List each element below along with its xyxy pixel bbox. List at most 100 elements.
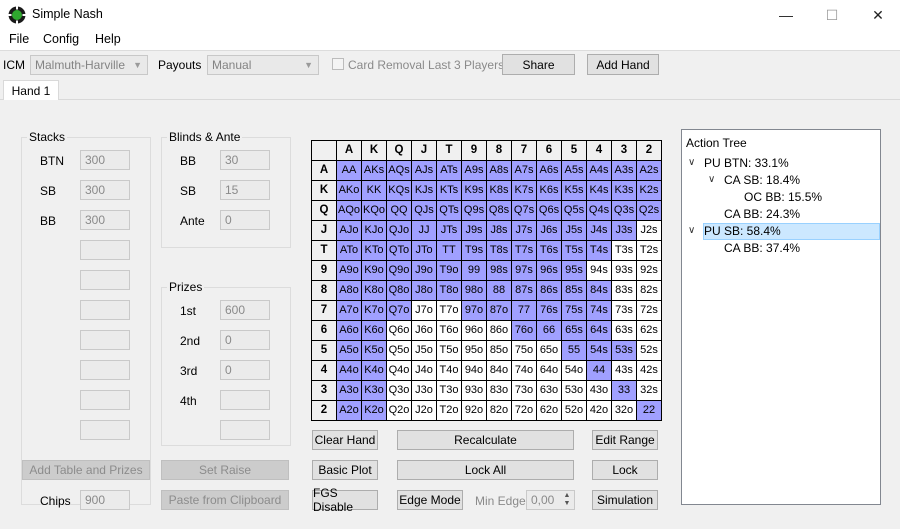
- hand-cell[interactable]: KTo: [361, 240, 387, 261]
- hand-cell[interactable]: 74o: [511, 360, 537, 381]
- hand-cell[interactable]: A3o: [336, 380, 362, 401]
- prize-field[interactable]: [220, 390, 270, 410]
- hand-cell[interactable]: QJs: [411, 200, 437, 221]
- blind-field[interactable]: 15: [220, 180, 270, 200]
- icm-select[interactable]: Malmuth-Harville ▼: [30, 55, 148, 75]
- hand-cell[interactable]: 87o: [486, 300, 512, 321]
- hand-cell[interactable]: 85s: [561, 280, 587, 301]
- hand-cell[interactable]: T4s: [586, 240, 612, 261]
- grid-column-header[interactable]: 4: [586, 140, 612, 161]
- add-hand-button[interactable]: Add Hand: [587, 54, 659, 75]
- grid-column-header[interactable]: T: [436, 140, 462, 161]
- grid-column-header[interactable]: 3: [611, 140, 637, 161]
- grid-row-header[interactable]: 6: [311, 320, 337, 341]
- hand-cell[interactable]: T3o: [436, 380, 462, 401]
- hand-cell[interactable]: K6s: [536, 180, 562, 201]
- hand-cell[interactable]: QJo: [386, 220, 412, 241]
- hand-cell[interactable]: 97o: [461, 300, 487, 321]
- hand-cell[interactable]: 75s: [561, 300, 587, 321]
- hand-cell[interactable]: T2s: [636, 240, 662, 261]
- hand-cell[interactable]: 54s: [586, 340, 612, 361]
- hand-cell[interactable]: K2o: [361, 400, 387, 421]
- hand-cell[interactable]: Q7s: [511, 200, 537, 221]
- clear-hand-button[interactable]: Clear Hand: [312, 430, 378, 450]
- hand-cell[interactable]: 42s: [636, 360, 662, 381]
- hand-cell[interactable]: 53o: [561, 380, 587, 401]
- hand-cell[interactable]: A7s: [511, 160, 537, 181]
- hand-cell[interactable]: Q7o: [386, 300, 412, 321]
- paste-from-clipboard-button[interactable]: Paste from Clipboard: [161, 490, 289, 510]
- hand-cell[interactable]: 84o: [486, 360, 512, 381]
- hand-cell[interactable]: K8o: [361, 280, 387, 301]
- hand-cell[interactable]: 32o: [611, 400, 637, 421]
- hand-cell[interactable]: A4s: [586, 160, 612, 181]
- hand-cell[interactable]: 76o: [511, 320, 537, 341]
- hand-cell[interactable]: 42o: [586, 400, 612, 421]
- hand-cell[interactable]: 95o: [461, 340, 487, 361]
- hand-cell[interactable]: 33: [611, 380, 637, 401]
- hand-cell[interactable]: K3s: [611, 180, 637, 201]
- hand-cell[interactable]: Q9s: [461, 200, 487, 221]
- simulation-button[interactable]: Simulation: [592, 490, 658, 510]
- hand-cell[interactable]: 64o: [536, 360, 562, 381]
- lock-all-button[interactable]: Lock All: [397, 460, 574, 480]
- hand-cell[interactable]: 85o: [486, 340, 512, 361]
- hand-cell[interactable]: AKs: [361, 160, 387, 181]
- menu-file[interactable]: File: [9, 32, 29, 46]
- hand-cell[interactable]: 99: [461, 260, 487, 281]
- fgs-disable-button[interactable]: FGS Disable: [312, 486, 378, 514]
- hand-cell[interactable]: 97s: [511, 260, 537, 281]
- basic-plot-button[interactable]: Basic Plot: [312, 460, 378, 480]
- grid-row-header[interactable]: 4: [311, 360, 337, 381]
- stack-field[interactable]: [80, 360, 130, 380]
- hand-cell[interactable]: 72s: [636, 300, 662, 321]
- hand-cell[interactable]: K7o: [361, 300, 387, 321]
- hand-cell[interactable]: T3s: [611, 240, 637, 261]
- hand-cell[interactable]: 82s: [636, 280, 662, 301]
- hand-cell[interactable]: K4s: [586, 180, 612, 201]
- grid-column-header[interactable]: 2: [636, 140, 662, 161]
- hand-cell[interactable]: K8s: [486, 180, 512, 201]
- hand-cell[interactable]: TT: [436, 240, 462, 261]
- hand-cell[interactable]: J4o: [411, 360, 437, 381]
- hand-cell[interactable]: 44: [586, 360, 612, 381]
- chevron-down-icon[interactable]: ∨: [688, 225, 695, 236]
- close-button[interactable]: ✕: [855, 0, 900, 30]
- hand-cell[interactable]: ATs: [436, 160, 462, 181]
- hand-cell[interactable]: 43s: [611, 360, 637, 381]
- min-edge-spinbox[interactable]: 0,00 ▲ ▼: [526, 490, 575, 510]
- hand-cell[interactable]: ATo: [336, 240, 362, 261]
- hand-cell[interactable]: 63o: [536, 380, 562, 401]
- grid-row-header[interactable]: 8: [311, 280, 337, 301]
- hand-cell[interactable]: J7o: [411, 300, 437, 321]
- hand-cell[interactable]: Q2o: [386, 400, 412, 421]
- hand-cell[interactable]: T9s: [461, 240, 487, 261]
- prize-field[interactable]: [220, 420, 270, 440]
- hand-cell[interactable]: 64s: [586, 320, 612, 341]
- hand-cell[interactable]: KTs: [436, 180, 462, 201]
- blind-field[interactable]: 30: [220, 150, 270, 170]
- hand-cell[interactable]: A9o: [336, 260, 362, 281]
- hand-cell[interactable]: KJo: [361, 220, 387, 241]
- tree-node[interactable]: PU BTN: 33.1%: [704, 156, 789, 170]
- hand-cell[interactable]: 62s: [636, 320, 662, 341]
- hand-cell[interactable]: 84s: [586, 280, 612, 301]
- edge-mode-button[interactable]: Edge Mode: [397, 490, 463, 510]
- grid-row-header[interactable]: 5: [311, 340, 337, 361]
- hand-cell[interactable]: A4o: [336, 360, 362, 381]
- hand-cell[interactable]: 88: [486, 280, 512, 301]
- stack-field[interactable]: 300: [80, 150, 130, 170]
- add-table-and-prizes-button[interactable]: Add Table and Prizes: [22, 460, 150, 480]
- grid-column-header[interactable]: 9: [461, 140, 487, 161]
- hand-cell[interactable]: KQs: [386, 180, 412, 201]
- hand-cell[interactable]: J8o: [411, 280, 437, 301]
- hand-cell[interactable]: Q9o: [386, 260, 412, 281]
- hand-cell[interactable]: K7s: [511, 180, 537, 201]
- stack-field[interactable]: [80, 420, 130, 440]
- stack-field[interactable]: 300: [80, 210, 130, 230]
- hand-cell[interactable]: T6o: [436, 320, 462, 341]
- chevron-down-icon[interactable]: ∨: [708, 174, 715, 185]
- hand-cell[interactable]: A2s: [636, 160, 662, 181]
- hand-cell[interactable]: A8s: [486, 160, 512, 181]
- hand-cell[interactable]: T5o: [436, 340, 462, 361]
